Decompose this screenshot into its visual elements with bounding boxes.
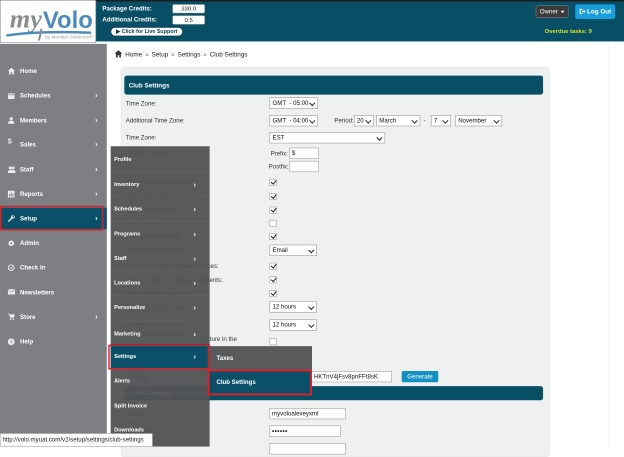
svg-text:?: ? [10,340,13,345]
